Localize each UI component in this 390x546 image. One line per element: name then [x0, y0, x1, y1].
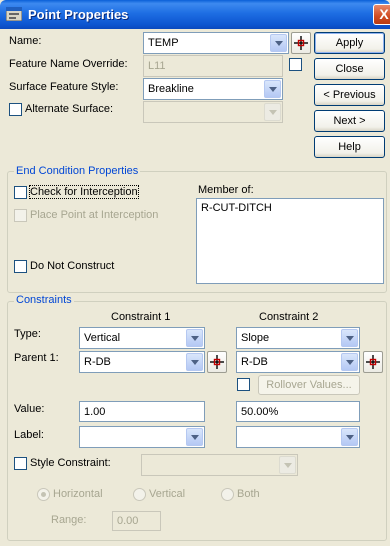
alternate-surface-label: Alternate Surface: — [25, 103, 114, 115]
alternate-surface-checkbox[interactable] — [9, 103, 22, 116]
chevron-down-icon[interactable] — [341, 329, 358, 347]
place-point-interception-label: Place Point at Interception — [30, 209, 159, 221]
check-interception-checkbox[interactable] — [14, 186, 27, 199]
member-of-list[interactable]: R-CUT-DITCH — [196, 198, 384, 284]
chevron-down-icon[interactable] — [341, 428, 358, 446]
constraint-1-parent-picker[interactable] — [207, 351, 227, 373]
range-label: Range: — [51, 514, 87, 526]
help-button[interactable]: Help — [314, 136, 385, 158]
parent-label: Parent 1: — [14, 352, 59, 364]
title-bar[interactable]: Point Properties X — [0, 0, 390, 29]
name-combo[interactable]: TEMP — [143, 32, 289, 54]
constraint-1-parent-value: R-DB — [84, 356, 111, 368]
constraint-2-parent-value: R-DB — [241, 356, 268, 368]
name-label: Name: — [9, 35, 42, 47]
constraint-2-header: Constraint 2 — [259, 311, 319, 323]
crosshair-picker-icon — [294, 36, 308, 50]
vertical-radio[interactable] — [133, 488, 146, 501]
surface-feature-style-value: Breakline — [148, 83, 194, 95]
horizontal-radio[interactable] — [37, 488, 50, 501]
constraint-2-type-value: Slope — [241, 332, 270, 344]
window-title: Point Properties — [28, 7, 129, 22]
both-radio-label: Both — [237, 488, 260, 500]
chevron-down-icon[interactable] — [186, 329, 203, 347]
crosshair-picker-icon — [366, 355, 380, 369]
next-button[interactable]: Next > — [314, 110, 385, 132]
chevron-down-icon[interactable] — [186, 353, 203, 371]
apply-button[interactable]: Apply — [314, 32, 385, 54]
feature-override-checkbox[interactable] — [289, 58, 302, 71]
both-radio[interactable] — [221, 488, 234, 501]
place-point-interception-checkbox[interactable] — [14, 209, 27, 222]
chevron-down-icon[interactable] — [341, 353, 358, 371]
range-field[interactable]: 0.00 — [112, 511, 161, 531]
do-not-construct-label: Do Not Construct — [30, 260, 115, 272]
constraint-2-type-combo[interactable]: Slope — [236, 327, 360, 349]
constraint-2-label-combo[interactable] — [236, 426, 360, 448]
feature-override-value: L11 — [148, 60, 166, 72]
vertical-radio-label: Vertical — [149, 488, 186, 500]
rollover-checkbox[interactable] — [237, 378, 250, 391]
surface-feature-style-combo[interactable]: Breakline — [143, 78, 283, 100]
type-label: Type: — [14, 328, 41, 340]
constraint-2-value-field[interactable]: 50.00% — [236, 401, 360, 422]
constraint-2-parent-combo[interactable]: R-DB — [236, 351, 360, 373]
style-constraint-label: Style Constraint: — [30, 457, 111, 469]
chevron-down-icon[interactable] — [186, 428, 203, 446]
chevron-down-icon[interactable] — [279, 456, 296, 474]
feature-override-field[interactable]: L11 — [143, 55, 283, 77]
constraint-2-value: 50.00% — [241, 406, 279, 418]
horizontal-radio-label: Horizontal — [53, 488, 103, 500]
alternate-surface-combo[interactable] — [143, 101, 283, 123]
range-value: 0.00 — [117, 515, 139, 527]
previous-button[interactable]: < Previous — [314, 84, 385, 106]
do-not-construct-checkbox[interactable] — [14, 260, 27, 273]
point-properties-dialog: Point Properties X Name: TEMP Feature Na… — [0, 0, 390, 546]
crosshair-picker-icon — [210, 355, 224, 369]
constraint-1-label-combo[interactable] — [79, 426, 205, 448]
value-label: Value: — [14, 403, 45, 415]
point-properties-icon — [6, 7, 22, 21]
constraints-title: Constraints — [14, 294, 74, 306]
check-interception-label: Check for Interception — [29, 185, 139, 199]
close-button[interactable]: Close — [314, 58, 385, 80]
style-constraint-combo[interactable] — [141, 454, 298, 476]
close-icon[interactable]: X — [373, 4, 390, 25]
constraint-1-value-field[interactable]: 1.00 — [79, 401, 205, 422]
label-label: Label: — [14, 429, 44, 441]
name-value: TEMP — [148, 37, 179, 49]
surface-feature-style-label: Surface Feature Style: — [9, 81, 119, 93]
constraint-1-parent-combo[interactable]: R-DB — [79, 351, 205, 373]
style-constraint-checkbox[interactable] — [14, 457, 27, 470]
constraint-1-value: 1.00 — [84, 406, 106, 418]
list-item[interactable]: R-CUT-DITCH — [201, 202, 379, 214]
name-picker-button[interactable] — [291, 32, 311, 54]
chevron-down-icon[interactable] — [264, 103, 281, 121]
end-condition-title: End Condition Properties — [14, 165, 141, 177]
chevron-down-icon[interactable] — [270, 34, 287, 52]
constraint-1-type-value: Vertical — [84, 332, 121, 344]
constraint-2-parent-picker[interactable] — [363, 351, 383, 373]
constraint-1-type-combo[interactable]: Vertical — [79, 327, 205, 349]
constraint-1-header: Constraint 1 — [111, 311, 171, 323]
chevron-down-icon[interactable] — [264, 80, 281, 98]
rollover-values-button[interactable]: Rollover Values... — [258, 375, 360, 395]
feature-override-label: Feature Name Override: — [9, 58, 128, 70]
member-of-label: Member of: — [198, 184, 254, 196]
